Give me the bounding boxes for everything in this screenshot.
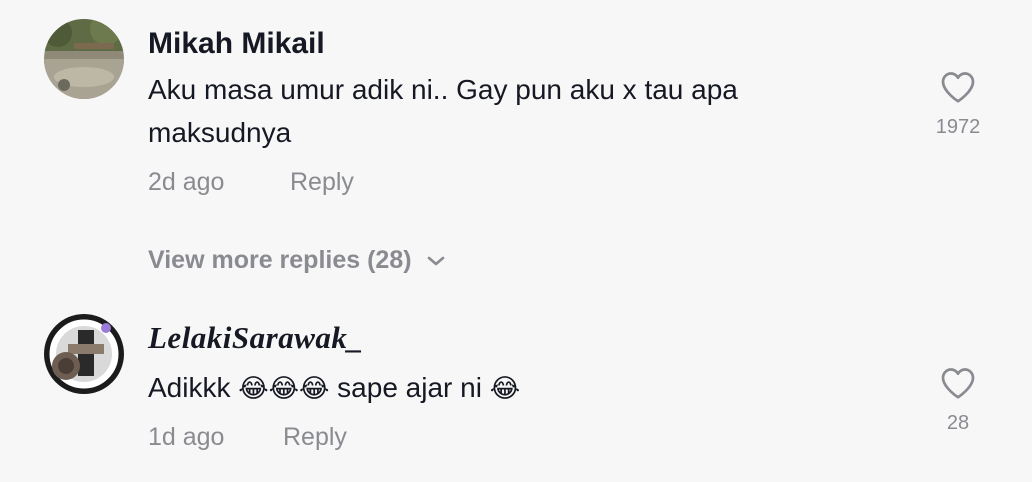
reply-button[interactable]: Reply (290, 168, 354, 196)
comment-text-part: sape ajar ni (329, 372, 490, 403)
avatar[interactable] (44, 19, 124, 99)
chevron-down-icon (427, 256, 444, 265)
like-section: 28 (928, 366, 988, 435)
avatar-photo (44, 314, 124, 394)
heart-outline-icon[interactable] (940, 366, 976, 400)
comment-username[interactable]: LelakiSarawak_ (148, 320, 868, 356)
heart-outline-icon[interactable] (940, 70, 976, 104)
comment-timestamp: 2d ago (148, 168, 225, 196)
comment-username[interactable]: Mikah Mikail (148, 26, 868, 62)
comment-meta: 2d ago Reply (148, 168, 868, 197)
avatar-photo (44, 19, 124, 99)
like-section: 1972 (928, 70, 988, 139)
avatar[interactable] (44, 314, 124, 394)
reply-button[interactable]: Reply (283, 423, 347, 451)
comment-timestamp: 1d ago (148, 423, 225, 451)
like-count: 28 (946, 412, 970, 434)
comment-text: Aku masa umur adik ni.. Gay pun aku x ta… (148, 74, 738, 148)
view-more-label: View more replies (28) (148, 246, 412, 274)
laughing-emoji: 😂 (489, 374, 521, 404)
view-more-replies-button[interactable]: View more replies (28) (148, 246, 446, 275)
laughing-emoji: 😂😂😂 (238, 374, 330, 404)
comment-text: Adikkk 😂😂😂 sape ajar ni 😂 (148, 366, 868, 411)
comment-text-part: Adikkk (148, 372, 239, 403)
like-count: 1972 (935, 116, 981, 138)
comment-meta: 1d ago Reply (148, 423, 868, 452)
